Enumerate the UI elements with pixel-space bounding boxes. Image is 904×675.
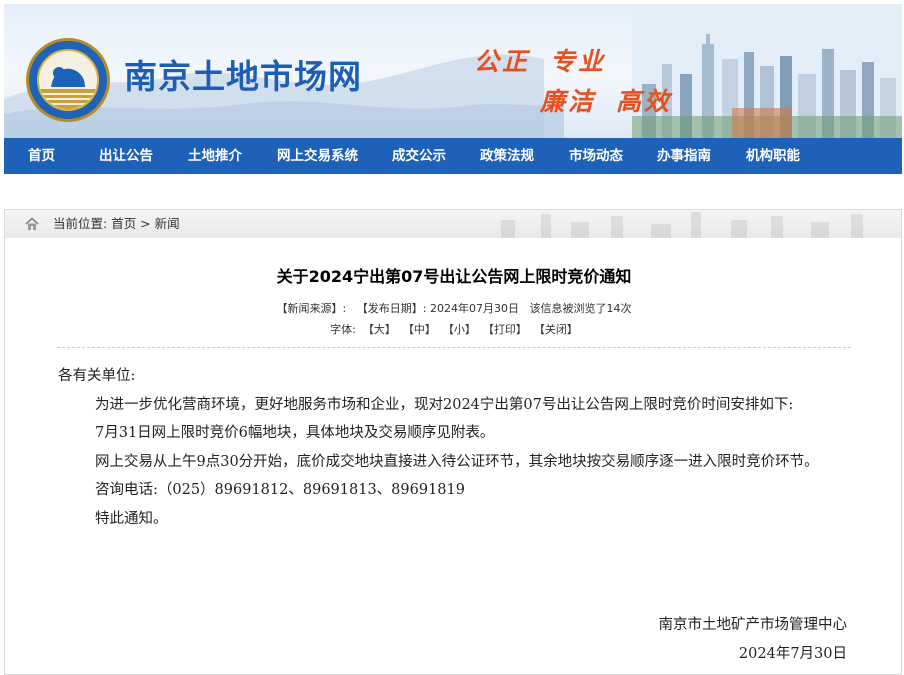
nav-item-institution[interactable]: 机构职能 bbox=[746, 138, 800, 174]
skyline-watermark bbox=[501, 212, 863, 238]
font-large-link[interactable]: 【大】 bbox=[363, 323, 396, 336]
nav-item-transfer-notice[interactable]: 出让公告 bbox=[99, 138, 153, 174]
slogan-integrity: 廉洁 bbox=[540, 87, 597, 116]
breadcrumb-label: 当前位置: bbox=[53, 216, 108, 231]
publish-date: 2024年07月30日 bbox=[429, 302, 519, 315]
breadcrumb: 当前位置: 首页 > 新闻 bbox=[53, 210, 180, 238]
slogan-fairness: 公正 bbox=[474, 47, 531, 76]
article-paragraph: 7月31日网上限时竞价6幅地块，具体地块及交易顺序见附表。 bbox=[95, 425, 495, 441]
slogan-efficiency: 高效 bbox=[616, 87, 673, 116]
article-body: 各有关单位: 为进一步优化营商环境，更好地服务市场和企业，现对2024宁出第07… bbox=[58, 362, 848, 533]
font-medium-link[interactable]: 【中】 bbox=[403, 323, 436, 336]
font-small-link[interactable]: 【小】 bbox=[443, 323, 476, 336]
breadcrumb-bar: 当前位置: 首页 > 新闻 bbox=[5, 210, 901, 238]
site-title: 南京土地市场网 bbox=[124, 57, 362, 96]
contact-phones: 咨询电话:（025）89691812、89691813、89691819 bbox=[95, 482, 465, 498]
main-nav: 首页 出让公告 土地推介 网上交易系统 成交公示 政策法规 市场动态 办事指南 … bbox=[4, 138, 902, 174]
signature-date: 2024年7月30日 bbox=[738, 646, 847, 662]
font-label: 字体: bbox=[330, 323, 356, 336]
nav-item-home[interactable]: 首页 bbox=[28, 138, 55, 174]
nav-item-market-news[interactable]: 市场动态 bbox=[569, 138, 623, 174]
view-count: 该信息被浏览了14次 bbox=[529, 302, 632, 315]
font-size-controls: 字体: 【大】 【中】 【小】 【打印】 【关闭】 bbox=[5, 321, 903, 337]
close-link[interactable]: 【关闭】 bbox=[534, 323, 578, 336]
news-source-label: 【新闻来源】: bbox=[276, 302, 347, 315]
site-banner: 南京土地市场网 公正 专业 廉洁 高效 bbox=[4, 4, 902, 138]
article-paragraph: 为进一步优化营商环境，更好地服务市场和企业，现对2024宁出第07号出让公告网上… bbox=[95, 396, 794, 413]
breadcrumb-path[interactable]: 首页 > 新闻 bbox=[111, 216, 179, 231]
greeting: 各有关单位: bbox=[58, 368, 136, 384]
nav-item-online-trading[interactable]: 网上交易系统 bbox=[277, 138, 358, 174]
nav-item-service-guide[interactable]: 办事指南 bbox=[657, 138, 711, 174]
divider bbox=[57, 347, 851, 348]
nav-item-land-promotion[interactable]: 土地推介 bbox=[188, 138, 242, 174]
home-icon bbox=[25, 217, 39, 230]
city-skyline-image bbox=[632, 4, 902, 138]
publish-date-label: 【发布日期】: bbox=[356, 302, 427, 315]
article-paragraph: 网上交易从上午9点30分开始，底价成交地块直接进入待公证环节，其余地块按交易顺序… bbox=[95, 453, 819, 470]
closing-remark: 特此通知。 bbox=[95, 510, 168, 527]
article-panel: 当前位置: 首页 > 新闻 关于2024宁出第07号出让公告网上限时竞价通知 【… bbox=[4, 209, 902, 675]
article-meta: 【新闻来源】: 【发布日期】: 2024年07月30日 该信息被浏览了14次 bbox=[5, 300, 903, 316]
lion-emblem-icon bbox=[39, 67, 97, 109]
signature-block: 南京市土地矿产市场管理中心 2024年7月30日 bbox=[659, 611, 848, 669]
site-logo[interactable] bbox=[26, 38, 110, 122]
article-title: 关于2024宁出第07号出让公告网上限时竞价通知 bbox=[276, 267, 632, 286]
signature-organization: 南京市土地矿产市场管理中心 bbox=[658, 617, 848, 633]
slogan-professional: 专业 bbox=[550, 47, 607, 76]
nav-item-policies[interactable]: 政策法规 bbox=[480, 138, 534, 174]
print-link[interactable]: 【打印】 bbox=[483, 323, 527, 336]
nav-item-deal-publicity[interactable]: 成交公示 bbox=[392, 138, 446, 174]
